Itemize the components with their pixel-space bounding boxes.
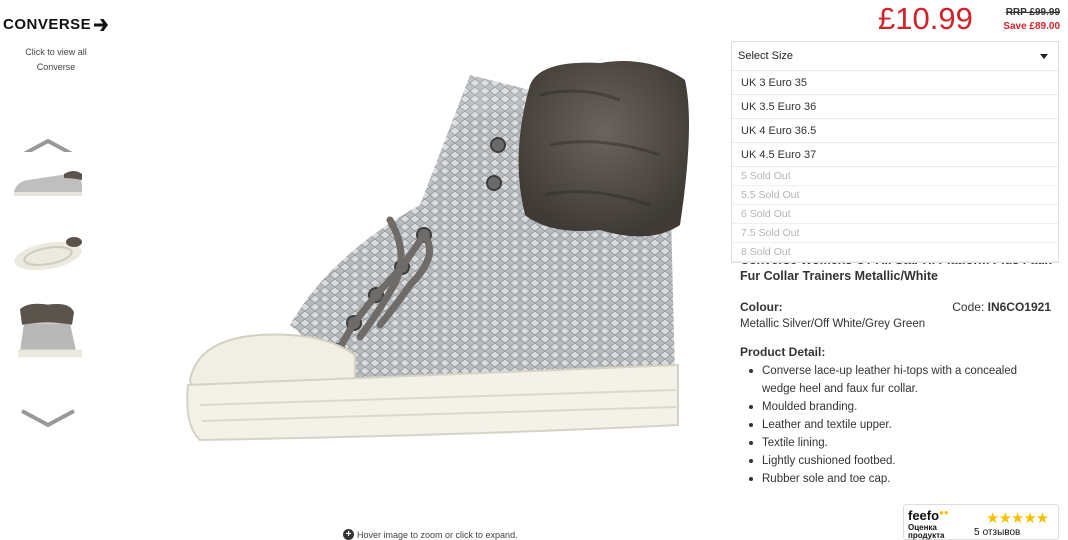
thumbnail-back-view[interactable] <box>8 300 86 362</box>
colour-value: Metallic Silver/Off White/Grey Green <box>740 318 926 330</box>
detail-item: Moulded branding. <box>740 398 1050 416</box>
size-option-sold-out: 5.5 Sold Out <box>732 186 1058 205</box>
size-option-sold-out: 7.5 Sold Out <box>732 224 1058 243</box>
zoom-hint-text: Hover image to zoom or click to expand. <box>357 529 518 540</box>
colour-label: Colour: <box>740 300 783 314</box>
size-select-head[interactable]: Select Size <box>732 42 1058 71</box>
detail-item: Converse lace-up leather hi-tops with a … <box>740 362 1050 398</box>
save-amount: Save £89.00 <box>1003 21 1060 32</box>
detail-item: Rubber sole and toe cap. <box>740 470 1050 488</box>
current-price: £10.99 <box>878 1 973 36</box>
product-detail-list: Converse lace-up leather hi-tops with a … <box>740 362 1050 488</box>
code-label: Code: <box>952 300 985 314</box>
size-option[interactable]: UK 4.5 Euro 37 <box>732 143 1058 167</box>
code-value: IN6CO1921 <box>987 300 1051 314</box>
size-option[interactable]: UK 3 Euro 35 <box>732 71 1058 95</box>
size-option[interactable]: UK 3.5 Euro 36 <box>732 95 1058 119</box>
caret-down-icon <box>1040 53 1048 59</box>
view-all-link[interactable]: Click to view all Converse <box>12 45 100 75</box>
rrp-price: RRP £99.99 <box>1005 7 1060 18</box>
feefo-review-count: 5 отзывов <box>974 527 1020 538</box>
chevron-right-icon <box>94 18 109 31</box>
feefo-rating-label-2: продукта <box>908 531 945 540</box>
product-detail-label: Product Detail: <box>740 345 826 359</box>
zoom-hint: + Hover image to zoom or click to expand… <box>343 529 518 540</box>
size-option-sold-out: 5 Sold Out <box>732 167 1058 186</box>
review-count-number: 5 <box>974 527 980 538</box>
feefo-brand-text: feefo <box>908 508 940 523</box>
feefo-logo: feefo●● <box>908 508 949 523</box>
size-select[interactable]: Select Size UK 3 Euro 35 UK 3.5 Euro 36 … <box>731 41 1059 263</box>
logo-text: CONVERSE <box>3 16 92 33</box>
converse-logo[interactable]: CONVERSE <box>3 16 110 33</box>
detail-item: Leather and textile upper. <box>740 416 1050 434</box>
size-option-sold-out: 8 Sold Out <box>732 243 1058 262</box>
review-count-word: отзывов <box>982 527 1021 538</box>
thumbnail-sole-view[interactable] <box>8 222 86 284</box>
product-code: Code: IN6CO1921 <box>952 300 1051 314</box>
feefo-dots-icon: ●● <box>939 508 949 517</box>
feefo-rating-badge[interactable]: feefo●● Оценка продукта ★★★★★ 5 отзывов <box>903 504 1059 540</box>
detail-item: Lightly cushioned footbed. <box>740 452 1050 470</box>
size-option-sold-out: 6 Sold Out <box>732 205 1058 224</box>
size-option[interactable]: UK 4 Euro 36.5 <box>732 119 1058 143</box>
thumbnail-side-view[interactable] <box>8 152 86 214</box>
detail-item: Textile lining. <box>740 434 1050 452</box>
star-rating-icon: ★★★★★ <box>986 510 1049 527</box>
size-select-value: Select Size <box>738 50 794 62</box>
chevron-down-icon[interactable] <box>20 407 76 429</box>
plus-circle-icon: + <box>343 529 354 540</box>
main-product-image[interactable] <box>180 55 695 455</box>
